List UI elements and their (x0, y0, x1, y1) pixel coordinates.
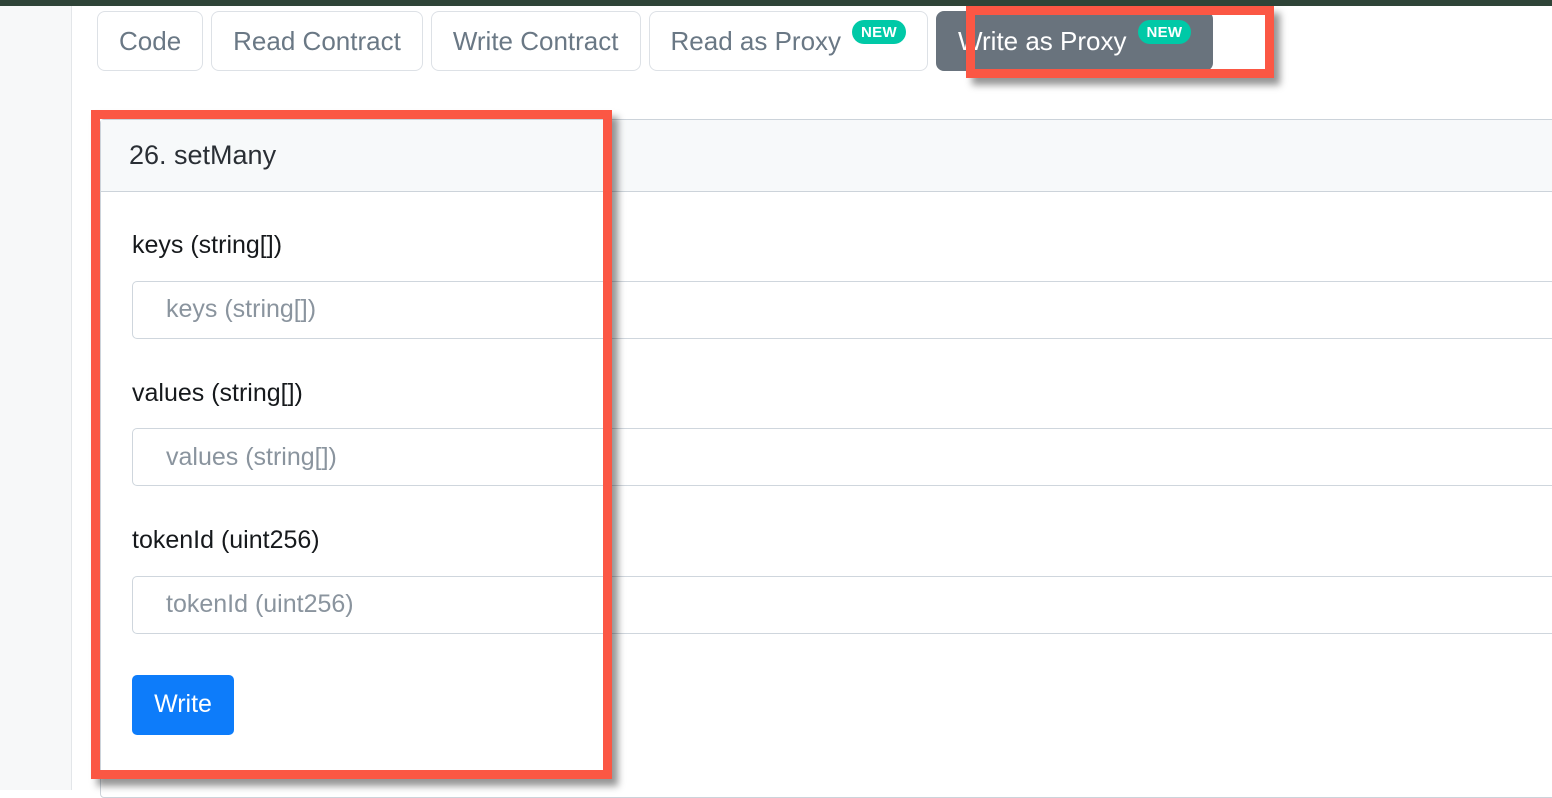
function-card-header[interactable]: 26. setMany (101, 120, 1552, 192)
contract-content-panel: Code Read Contract Write Contract Read a… (73, 6, 1552, 798)
tab-code[interactable]: Code (97, 11, 204, 71)
field-input-token-id[interactable]: tokenId (uint256) (132, 575, 1552, 634)
tab-read-contract[interactable]: Read Contract (211, 11, 423, 71)
new-badge-icon: NEW (852, 20, 906, 44)
field-group-keys: keys (string[]) keys (string[]) (101, 231, 1552, 339)
field-group-values: values (string[]) values (string[]) (101, 378, 1552, 486)
field-group-token-id: tokenId (uint256) tokenId (uint256) (101, 526, 1552, 634)
function-card-body: keys (string[]) keys (string[]) values (… (101, 192, 1552, 797)
function-card-set-many: 26. setMany keys (string[]) keys (string… (100, 119, 1552, 798)
tab-code-label: Code (119, 26, 182, 56)
tab-write-contract[interactable]: Write Contract (430, 11, 641, 71)
tab-write-contract-label: Write Contract (452, 26, 619, 56)
tab-read-as-proxy-label: Read as Proxy (670, 26, 842, 56)
tab-read-contract-label: Read Contract (233, 26, 401, 56)
field-label-token-id: tokenId (uint256) (132, 526, 320, 554)
function-card-title: 26. setMany (129, 140, 277, 170)
field-label-values: values (string[]) (132, 378, 303, 407)
contract-tab-bar: Code Read Contract Write Contract Read a… (97, 11, 1214, 77)
tab-read-as-proxy[interactable]: Read as Proxy NEW (648, 11, 928, 71)
field-input-values[interactable]: values (string[]) (132, 428, 1552, 486)
new-badge-icon: NEW (1137, 20, 1192, 44)
tab-write-as-proxy[interactable]: Write as Proxy NEW (935, 11, 1214, 71)
field-input-keys[interactable]: keys (string[]) (132, 280, 1552, 339)
field-label-keys: keys (string[]) (132, 231, 283, 259)
tab-write-as-proxy-label: Write as Proxy (957, 26, 1127, 56)
page-left-gutter (0, 6, 72, 790)
write-button[interactable]: Write (132, 674, 234, 735)
